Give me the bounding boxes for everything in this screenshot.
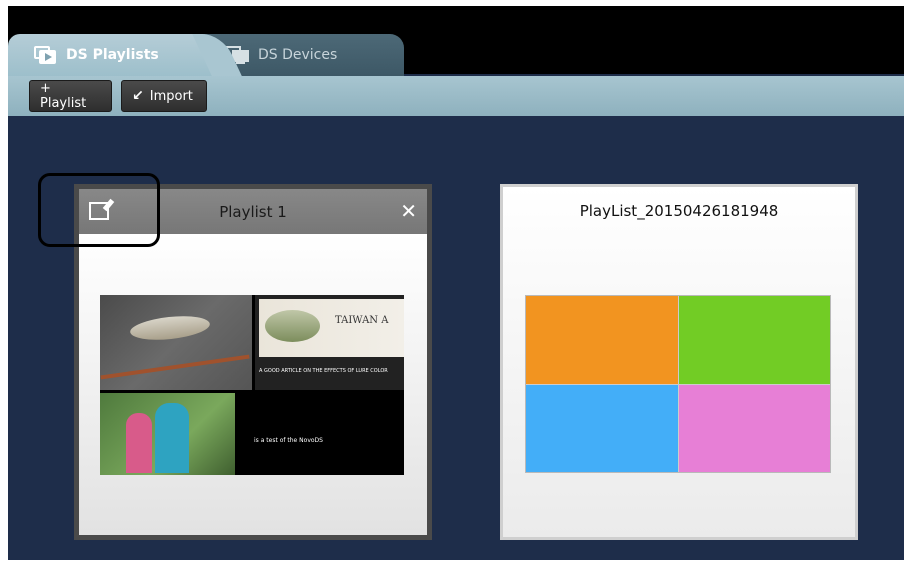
layout-zone-3 <box>526 384 678 472</box>
annotation-circle <box>38 173 160 247</box>
layout-zone-1 <box>526 296 678 384</box>
tab-label: DS Playlists <box>66 47 159 63</box>
close-icon[interactable]: ✕ <box>400 199 417 223</box>
app-window: DS Playlists DS Devices + Playlist ↙ Imp… <box>8 6 904 560</box>
article-brand: TAIWAN A <box>335 315 389 326</box>
import-label: Import <box>149 88 193 104</box>
playlist-thumbnail[interactable]: TAIWAN A A GOOD ARTICLE ON THE EFFECTS O… <box>100 295 404 475</box>
playlist-layout-thumbnail[interactable] <box>525 295 831 473</box>
fish-photo <box>100 295 252 390</box>
toolbar: + Playlist ↙ Import <box>8 76 904 116</box>
layout-zone-4 <box>678 384 830 472</box>
kids-photo <box>100 393 235 475</box>
playlist-card-body: TAIWAN A A GOOD ARTICLE ON THE EFFECTS O… <box>79 234 427 535</box>
import-arrow-icon: ↙ <box>132 88 144 104</box>
playlist-title: Playlist 1 <box>219 202 287 221</box>
tab-ds-playlists[interactable]: DS Playlists <box>8 34 214 76</box>
import-button[interactable]: ↙ Import <box>121 80 207 112</box>
add-playlist-label: + Playlist <box>40 81 87 111</box>
playlist-card-2[interactable]: PlayList_20150426181948 <box>500 184 858 540</box>
layout-zone-2 <box>678 296 830 384</box>
article-image: TAIWAN A A GOOD ARTICLE ON THE EFFECTS O… <box>255 295 404 390</box>
playlist-title: PlayList_20150426181948 <box>579 202 779 220</box>
playlist-icon <box>34 46 58 64</box>
article-caption: A GOOD ARTICLE ON THE EFFECTS OF LURE CO… <box>259 368 388 374</box>
add-playlist-button[interactable]: + Playlist <box>29 80 112 112</box>
thumbnail-text: is a test of the NovoDS <box>254 437 323 444</box>
tab-label: DS Devices <box>258 47 338 63</box>
